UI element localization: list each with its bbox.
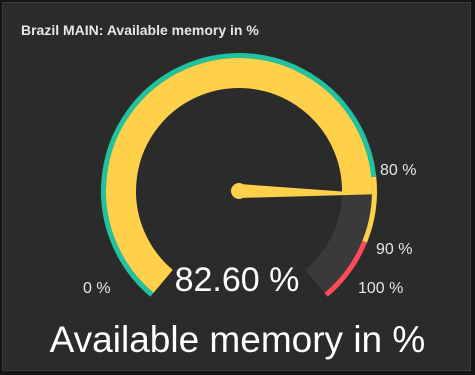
memory-gauge: 0 % 80 % 90 % 100 % 82.60 % — [83, 53, 416, 299]
gauge-footer-label: Available memory in % — [49, 319, 426, 360]
gauge-value-text: 82.60 % — [175, 261, 300, 299]
gauge-needle-hub — [231, 183, 247, 199]
tick-label-80: 80 % — [380, 162, 416, 179]
gauge-value-fill — [106, 58, 372, 293]
tick-label-min: 0 % — [83, 280, 111, 297]
tick-label-max: 100 % — [358, 280, 403, 297]
tick-label-90: 90 % — [376, 241, 412, 258]
gauge-panel: Brazil MAIN: Available memory in % 0 % 8… — [2, 2, 471, 371]
